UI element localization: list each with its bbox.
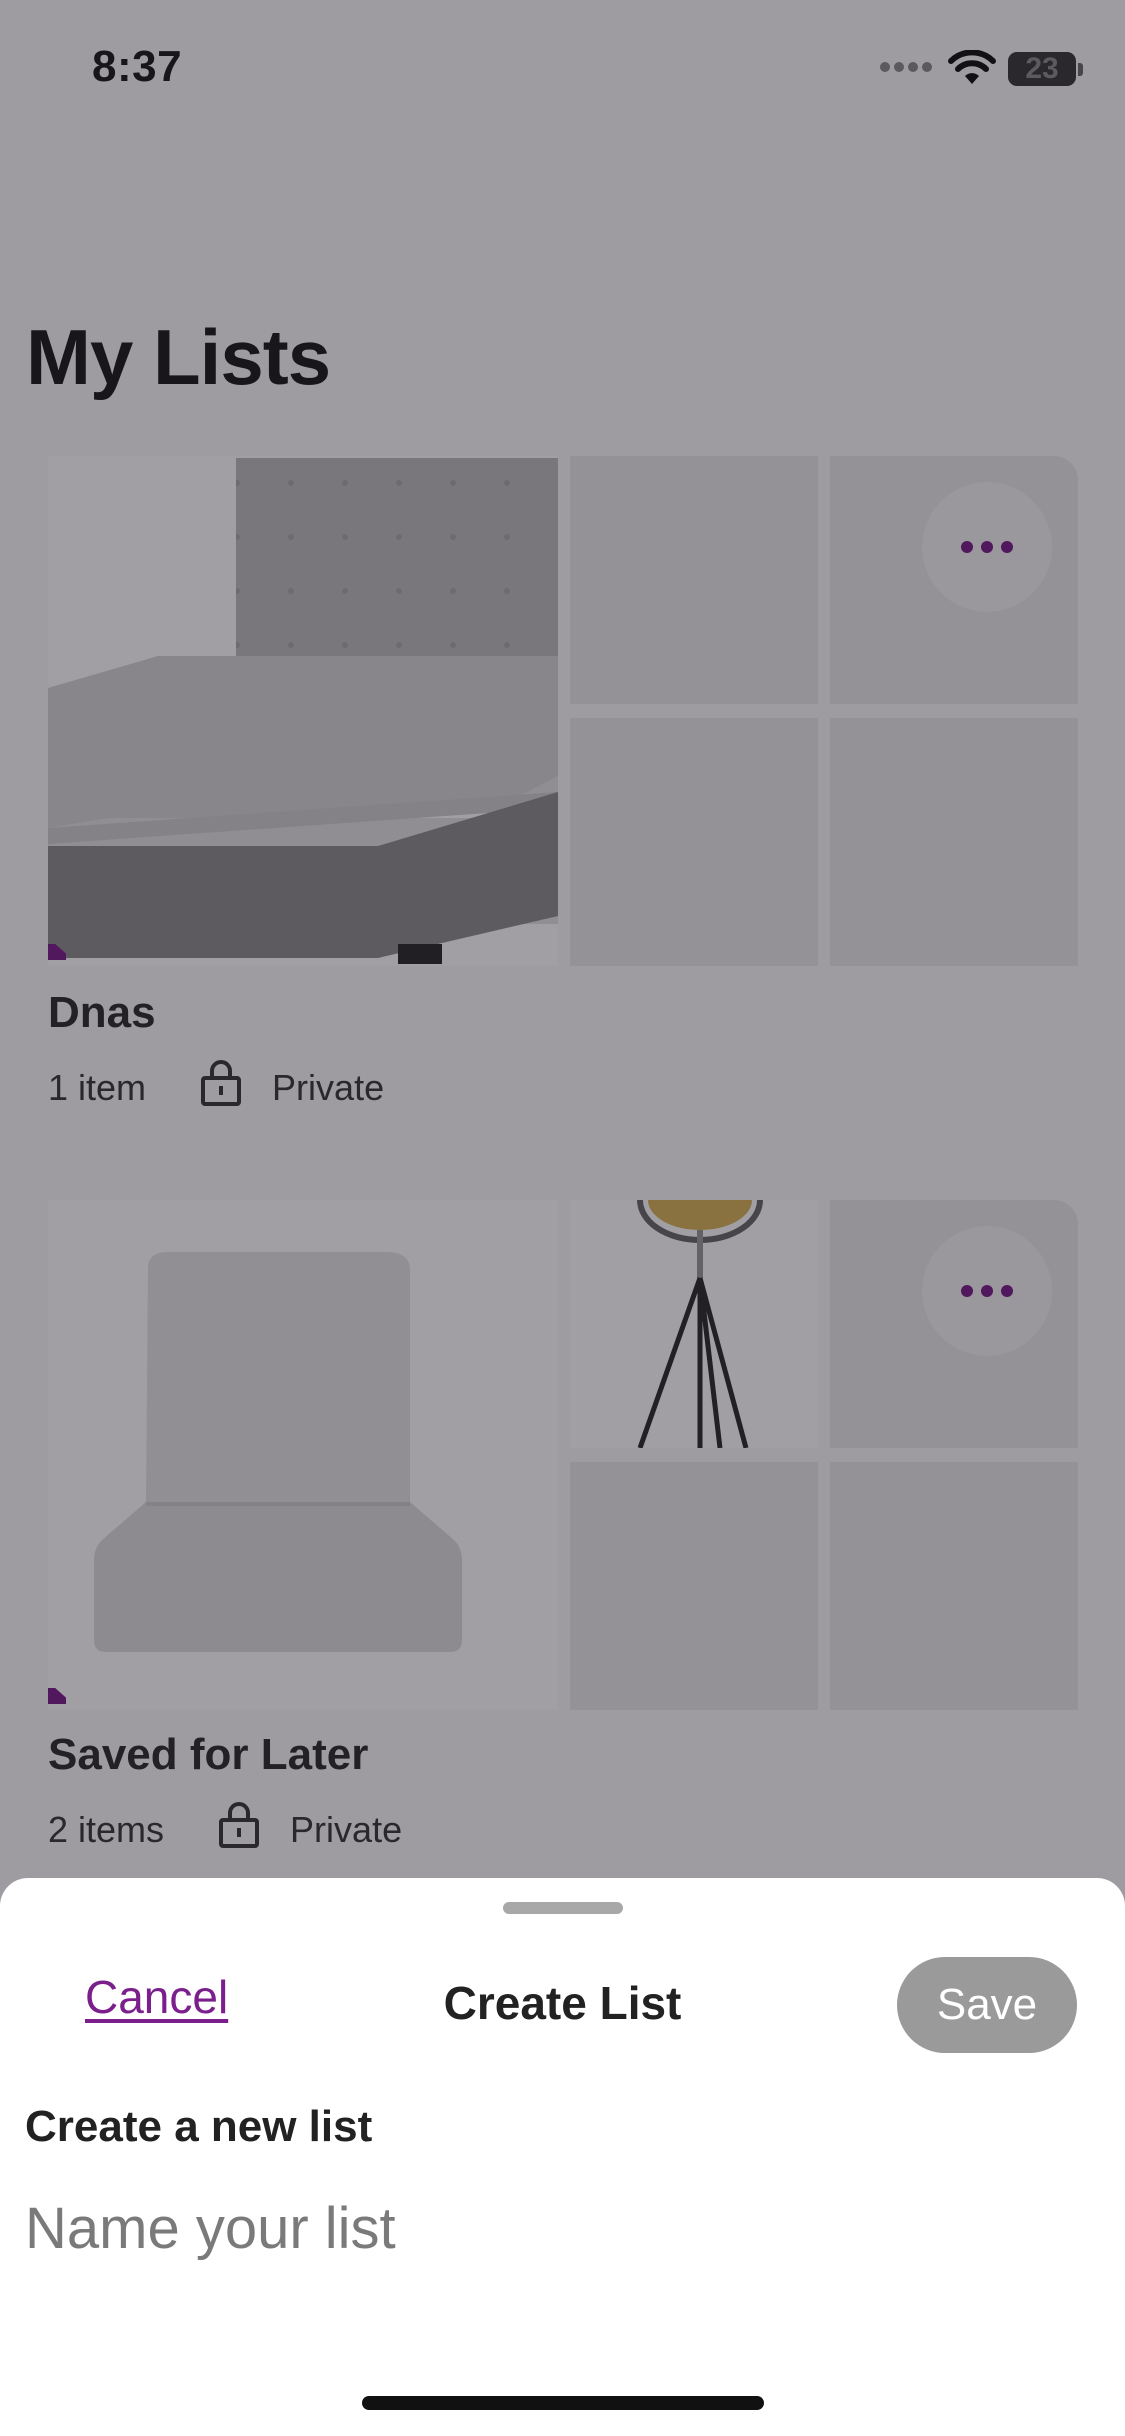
create-list-label: Create a new list bbox=[25, 2102, 373, 2151]
sheet-grabber[interactable] bbox=[503, 1902, 623, 1914]
create-list-sheet: Create List Cancel Save Create a new lis… bbox=[0, 1878, 1125, 2436]
save-button[interactable]: Save bbox=[897, 1957, 1077, 2053]
home-indicator[interactable] bbox=[362, 2396, 764, 2410]
cancel-button[interactable]: Cancel bbox=[85, 1970, 228, 2024]
list-name-input[interactable] bbox=[25, 2188, 1095, 2268]
